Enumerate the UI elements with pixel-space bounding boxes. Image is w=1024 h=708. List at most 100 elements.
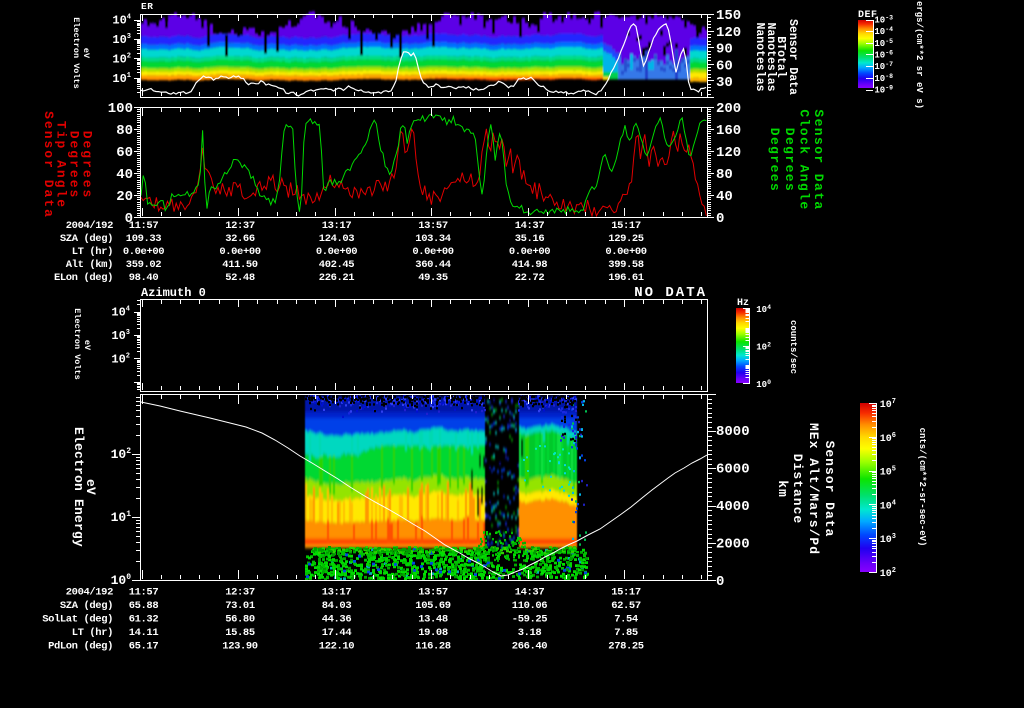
- svg-text:360.44: 360.44: [415, 259, 451, 271]
- svg-text:84.03: 84.03: [322, 600, 352, 612]
- svg-text:cnts/(cm**2-sr-sec-eV): cnts/(cm**2-sr-sec-eV): [917, 428, 927, 547]
- svg-text:15.85: 15.85: [225, 627, 255, 639]
- svg-text:103: 103: [112, 33, 131, 47]
- svg-text:Degrees: Degrees: [767, 128, 782, 192]
- svg-text:0: 0: [716, 211, 724, 227]
- svg-text:Degrees: Degrees: [67, 131, 82, 200]
- svg-text:eV: eV: [82, 340, 92, 351]
- svg-text:Sensor Data: Sensor Data: [822, 441, 837, 538]
- svg-text:102: 102: [880, 567, 896, 580]
- svg-text:2000: 2000: [716, 537, 750, 553]
- svg-text:14:37: 14:37: [515, 220, 545, 232]
- svg-text:Degrees: Degrees: [80, 131, 95, 200]
- svg-text:SolLat (deg): SolLat (deg): [42, 614, 113, 626]
- svg-text:SZA (deg): SZA (deg): [60, 600, 113, 612]
- svg-text:ELon (deg): ELon (deg): [54, 272, 113, 284]
- svg-text:200: 200: [716, 101, 741, 117]
- svg-text:98.40: 98.40: [129, 272, 159, 284]
- svg-text:Electron Volts: Electron Volts: [72, 308, 82, 379]
- svg-text:14:37: 14:37: [515, 587, 545, 599]
- svg-text:14.11: 14.11: [129, 627, 159, 639]
- svg-text:0.0e+00: 0.0e+00: [412, 246, 453, 258]
- svg-text:359.02: 359.02: [126, 259, 162, 271]
- svg-text:122.10: 122.10: [319, 641, 355, 653]
- svg-text:56.80: 56.80: [225, 614, 255, 626]
- svg-text:10-8: 10-8: [874, 73, 893, 84]
- svg-text:65.88: 65.88: [129, 600, 159, 612]
- svg-text:278.25: 278.25: [608, 641, 644, 653]
- svg-text:35.16: 35.16: [515, 233, 545, 245]
- svg-text:20: 20: [116, 189, 133, 205]
- svg-text:ER: ER: [141, 1, 153, 12]
- svg-text:10-6: 10-6: [874, 50, 893, 61]
- svg-text:0.0e+00: 0.0e+00: [509, 246, 550, 258]
- svg-text:PdLon (deg): PdLon (deg): [48, 641, 113, 653]
- svg-text:65.17: 65.17: [129, 641, 159, 653]
- svg-text:103.34: 103.34: [415, 233, 451, 245]
- svg-text:15:17: 15:17: [611, 220, 641, 232]
- svg-text:106: 106: [880, 432, 896, 445]
- svg-text:107: 107: [880, 398, 896, 411]
- svg-text:62.57: 62.57: [611, 600, 641, 612]
- svg-text:103: 103: [880, 533, 896, 546]
- svg-text:100: 100: [756, 379, 771, 390]
- svg-text:40: 40: [716, 189, 733, 205]
- svg-text:19.08: 19.08: [418, 627, 448, 639]
- svg-text:ergs/(cm**2 sr eV s): ergs/(cm**2 sr eV s): [914, 1, 924, 109]
- svg-text:110.06: 110.06: [512, 600, 548, 612]
- svg-text:105: 105: [880, 466, 896, 479]
- svg-text:eV: eV: [83, 479, 98, 495]
- svg-text:102: 102: [756, 342, 771, 353]
- svg-text:counts/sec: counts/sec: [788, 320, 798, 374]
- svg-text:13:57: 13:57: [418, 220, 448, 232]
- svg-text:Sensor Data: Sensor Data: [811, 109, 826, 210]
- svg-text:109.33: 109.33: [126, 233, 162, 245]
- svg-text:226.21: 226.21: [319, 272, 355, 284]
- svg-text:266.40: 266.40: [512, 641, 548, 653]
- svg-text:49.35: 49.35: [418, 272, 448, 284]
- svg-text:7.85: 7.85: [614, 627, 638, 639]
- svg-text:104: 104: [880, 499, 896, 512]
- svg-text:10-7: 10-7: [874, 61, 893, 72]
- svg-text:40: 40: [116, 167, 133, 183]
- svg-text:-59.25: -59.25: [512, 614, 548, 626]
- svg-text:NO DATA: NO DATA: [634, 285, 707, 301]
- svg-text:44.36: 44.36: [322, 614, 352, 626]
- svg-text:8000: 8000: [716, 424, 750, 440]
- svg-text:0: 0: [716, 574, 724, 590]
- svg-text:60: 60: [716, 58, 733, 74]
- svg-text:101: 101: [112, 72, 131, 86]
- svg-text:101: 101: [111, 510, 132, 525]
- svg-text:Alt (km): Alt (km): [66, 259, 113, 271]
- svg-text:Hz: Hz: [737, 298, 749, 309]
- svg-text:104: 104: [111, 306, 130, 320]
- svg-text:80: 80: [116, 123, 133, 139]
- svg-text:196.61: 196.61: [608, 272, 644, 284]
- svg-text:90: 90: [716, 42, 733, 58]
- svg-text:7.54: 7.54: [614, 614, 638, 626]
- svg-text:0.0e+00: 0.0e+00: [316, 246, 357, 258]
- svg-text:Electron Volts: Electron Volts: [71, 17, 81, 88]
- svg-text:402.45: 402.45: [319, 259, 355, 271]
- svg-text:103: 103: [111, 329, 130, 343]
- svg-text:eV: eV: [81, 48, 91, 59]
- svg-text:Nanoteslas: Nanoteslas: [753, 22, 766, 91]
- svg-text:120: 120: [716, 145, 741, 161]
- svg-text:150: 150: [716, 8, 741, 24]
- svg-text:102: 102: [112, 53, 131, 67]
- svg-text:123.90: 123.90: [222, 641, 258, 653]
- svg-text:10-3: 10-3: [874, 15, 893, 26]
- svg-text:80: 80: [716, 167, 733, 183]
- svg-text:160: 160: [716, 123, 741, 139]
- svg-text:120: 120: [716, 25, 741, 41]
- svg-text:104: 104: [112, 14, 131, 28]
- svg-text:Tip Angle: Tip Angle: [54, 121, 69, 209]
- svg-text:411.50: 411.50: [222, 259, 258, 271]
- svg-text:22.72: 22.72: [515, 272, 545, 284]
- svg-text:124.03: 124.03: [319, 233, 355, 245]
- svg-text:17.44: 17.44: [322, 627, 352, 639]
- svg-text:4000: 4000: [716, 499, 750, 515]
- svg-text:Degrees: Degrees: [782, 128, 797, 192]
- svg-text:13:17: 13:17: [322, 587, 352, 599]
- svg-text:10-9: 10-9: [874, 85, 893, 96]
